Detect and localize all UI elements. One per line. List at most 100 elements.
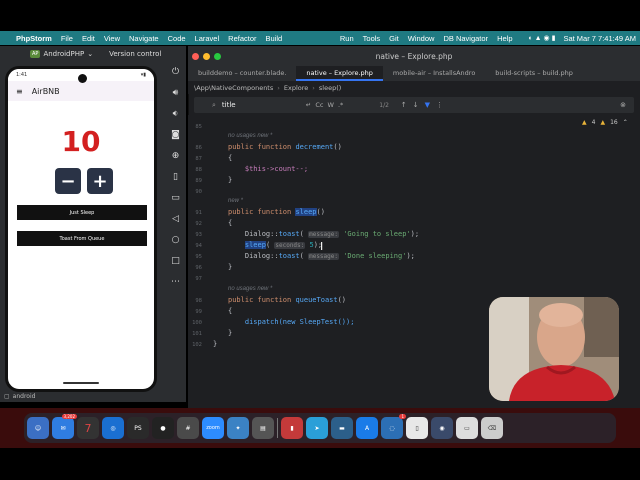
menu-run[interactable]: Run: [340, 34, 354, 43]
code-line-toast-going[interactable]: Dialog::toast( message: 'Going to sleep'…: [228, 230, 419, 238]
camera-icon[interactable]: ◙: [171, 125, 180, 146]
search-icon: ⌕: [212, 100, 216, 109]
more-options-icon[interactable]: ⋮: [436, 101, 443, 109]
zoom-icon[interactable]: zoom: [202, 417, 224, 439]
app-icon[interactable]: ▬: [331, 417, 353, 439]
menu-file[interactable]: File: [61, 34, 73, 43]
tab-mobile-air[interactable]: mobile-air – InstallsAndro: [383, 66, 485, 81]
hamburger-icon[interactable]: ≡: [16, 87, 23, 96]
just-sleep-button[interactable]: Just Sleep: [17, 205, 147, 220]
menu-git[interactable]: Git: [389, 34, 399, 43]
menu-code[interactable]: Code: [168, 34, 186, 43]
code-line[interactable]: {: [228, 154, 232, 162]
home-gesture-bar[interactable]: [63, 382, 99, 384]
menu-edit[interactable]: Edit: [82, 34, 95, 43]
power-icon[interactable]: ⏻: [172, 62, 179, 83]
app-store-icon[interactable]: A: [356, 417, 378, 439]
menu-laravel[interactable]: Laravel: [195, 34, 220, 43]
calendar-icon[interactable]: 7: [77, 417, 99, 439]
menu-window[interactable]: Window: [408, 34, 435, 43]
home-icon[interactable]: ○: [172, 230, 180, 251]
code-line[interactable]: }: [228, 263, 232, 271]
find-history-icon[interactable]: ↵: [306, 101, 311, 109]
code-line-toast-done[interactable]: Dialog::toast( message: 'Done sleeping')…: [228, 252, 415, 260]
trash-icon[interactable]: ⌫: [481, 417, 503, 439]
more-icon[interactable]: ⋯: [171, 272, 180, 293]
tab-native[interactable]: native – Explore.php: [296, 66, 383, 81]
increment-button[interactable]: +: [87, 168, 113, 194]
code-line[interactable]: {: [228, 219, 232, 227]
menu-navigate[interactable]: Navigate: [129, 34, 159, 43]
regex-toggle[interactable]: .*: [338, 101, 343, 109]
text-cursor-icon: I: [320, 240, 324, 253]
match-count: 1/2: [379, 101, 389, 109]
find-input[interactable]: title: [222, 101, 302, 109]
decrement-button[interactable]: −: [55, 168, 81, 194]
line-number: 88: [195, 167, 202, 173]
code-line[interactable]: {: [228, 307, 232, 315]
menu-help[interactable]: Help: [497, 34, 512, 43]
code-line[interactable]: }: [228, 176, 232, 184]
code-line-sleep[interactable]: public function sleep(): [228, 208, 325, 216]
telegram-icon[interactable]: ➤: [306, 417, 328, 439]
code-line[interactable]: }: [213, 340, 217, 348]
tab-build-scripts[interactable]: build-scripts – build.php: [485, 66, 583, 81]
overview-icon[interactable]: □: [171, 251, 180, 272]
tab-builddemo[interactable]: builddemo – counter.blade.: [188, 66, 296, 81]
mail-icon[interactable]: ✉ 3,202: [52, 414, 77, 439]
usage-hint[interactable]: no usages new *: [228, 133, 272, 139]
volume-up-icon[interactable]: 🔊︎: [173, 83, 179, 104]
window-title: native – Explore.php: [375, 51, 453, 61]
whole-word-toggle[interactable]: W: [328, 101, 334, 109]
line-number: 102: [192, 342, 202, 348]
next-match-icon[interactable]: ↓: [413, 101, 419, 109]
phone-mirroring-icon[interactable]: ▯: [406, 417, 428, 439]
breadcrumb-namespace[interactable]: \App\NativeComponents: [194, 84, 273, 92]
zoom-icon[interactable]: ⊕: [172, 146, 180, 167]
github-icon[interactable]: ●: [152, 417, 174, 439]
preview-icon[interactable]: ▭: [456, 417, 478, 439]
counter-value: 10: [61, 125, 101, 158]
code-line-queue[interactable]: public function queueToast(): [228, 296, 346, 304]
keynote-icon[interactable]: ▤: [252, 417, 274, 439]
fold-icon[interactable]: ▭: [171, 188, 180, 209]
app-icon[interactable]: ▮: [281, 417, 303, 439]
messages-icon[interactable]: ◌ 1: [381, 414, 406, 439]
app-icon[interactable]: ✦: [227, 417, 249, 439]
breadcrumb: \App\NativeComponents › Explore › sleep(…: [188, 81, 640, 94]
finder-icon[interactable]: ☺: [27, 417, 49, 439]
usage-hint[interactable]: no usages new *: [228, 286, 272, 292]
filter-icon[interactable]: ▼: [425, 101, 430, 109]
menu-tools[interactable]: Tools: [363, 34, 381, 43]
code-line-dispatch[interactable]: dispatch(new SleepTest());: [228, 318, 355, 326]
volume-down-icon[interactable]: 🔉︎: [173, 104, 179, 125]
toast-from-queue-button[interactable]: Toast From Queue: [17, 231, 147, 246]
menubar-clock[interactable]: Sat Mar 7 7:41:49 AM: [563, 34, 636, 43]
menu-build[interactable]: Build: [266, 34, 283, 43]
code-line[interactable]: }: [228, 329, 232, 337]
rotate-icon[interactable]: ▯: [173, 167, 178, 188]
code-line-decrement[interactable]: public function decrement(): [228, 143, 342, 151]
match-case-toggle[interactable]: Cc: [315, 101, 323, 109]
breadcrumb-method[interactable]: sleep(): [319, 84, 341, 92]
prev-match-icon[interactable]: ↑: [401, 101, 407, 109]
code-line-sleep-call[interactable]: sleep( seconds: 5);: [228, 241, 322, 249]
macos-menubar: PhpStorm File Edit View Navigate Code La…: [0, 31, 640, 45]
browser-icon[interactable]: ◎: [102, 417, 124, 439]
slack-icon[interactable]: #: [177, 417, 199, 439]
code-line[interactable]: $this->count--;: [228, 165, 308, 173]
device-selector[interactable]: AP AndroidPHP ⌄: [30, 50, 93, 58]
close-find-icon[interactable]: ⊗: [620, 101, 626, 109]
menu-app-name[interactable]: PhpStorm: [16, 34, 52, 43]
menu-view[interactable]: View: [104, 34, 120, 43]
phpstorm-icon[interactable]: PS: [127, 417, 149, 439]
inspection-widget[interactable]: ▲ 4 ▲ 16 ⌃: [582, 119, 628, 126]
back-icon[interactable]: ◁: [172, 209, 179, 230]
usage-hint[interactable]: new *: [228, 198, 243, 204]
breadcrumb-class[interactable]: Explore: [284, 84, 308, 92]
menu-db-navigator[interactable]: DB Navigator: [443, 34, 488, 43]
app-icon[interactable]: ◉: [431, 417, 453, 439]
status-icons[interactable]: ◐ ▲ ◉ ▮: [529, 34, 556, 42]
version-control-menu[interactable]: Version control: [109, 50, 161, 58]
menu-refactor[interactable]: Refactor: [228, 34, 256, 43]
